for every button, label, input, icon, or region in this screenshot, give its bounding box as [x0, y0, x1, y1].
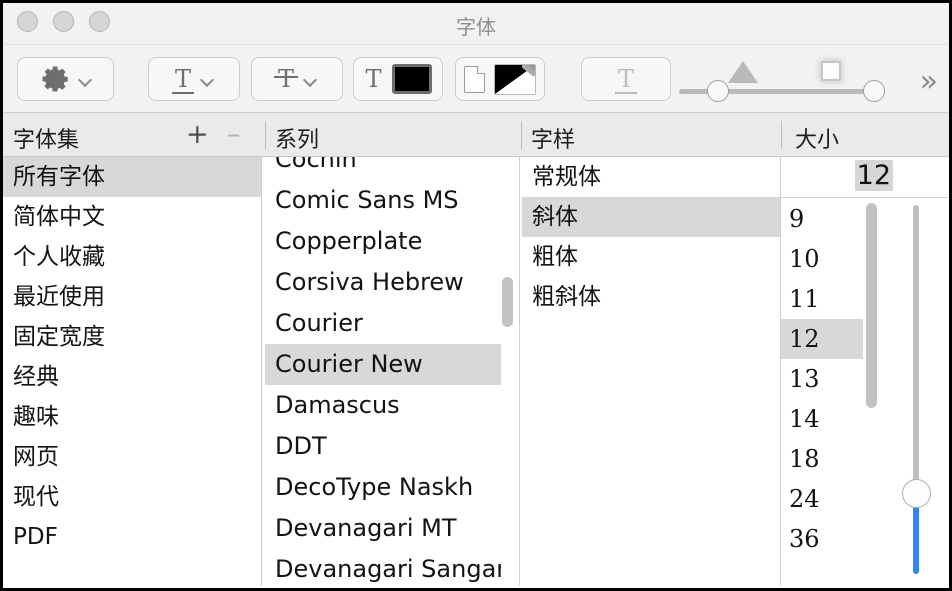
list-item[interactable]: 所有字体	[3, 157, 261, 197]
list-item[interactable]: 常规体	[522, 157, 780, 197]
scrollbar-thumb[interactable]	[502, 277, 513, 327]
collections-column-header: 字体集	[13, 128, 80, 153]
size-column: 12 9 10 11 12 13 14 18 24 36	[781, 157, 949, 586]
toolbar: T T T T »	[3, 45, 949, 113]
list-item[interactable]: 14	[781, 399, 863, 439]
list-item[interactable]: 36	[781, 519, 863, 559]
text-color-swatch-icon	[391, 64, 432, 94]
list-item[interactable]: 经典	[3, 357, 261, 397]
list-item[interactable]: 24	[781, 479, 863, 519]
columns-body: 所有字体 简体中文 个人收藏 最近使用 固定宽度 经典 趣味 网页 现代 PDF…	[3, 157, 949, 586]
shadow-blur-slider[interactable]	[783, 59, 903, 103]
column-header-row: 字体集 + – 系列 字样 大小	[3, 113, 949, 157]
square-icon	[821, 61, 841, 81]
text-shadow-button[interactable]: T	[581, 57, 671, 101]
collections-list[interactable]: 所有字体 简体中文 个人收藏 最近使用 固定宽度 经典 趣味 网页 现代 PDF	[3, 157, 261, 586]
list-item[interactable]: Devanagari Sangam	[265, 549, 501, 586]
column-divider	[261, 157, 262, 586]
list-item[interactable]: Devanagari MT	[265, 508, 501, 549]
chevron-down-icon	[79, 75, 92, 83]
header-divider	[265, 121, 266, 149]
size-slider[interactable]	[899, 205, 933, 574]
typeface-list[interactable]: 常规体 斜体 粗体 粗斜体	[522, 157, 780, 586]
scrollbar-thumb[interactable]	[866, 203, 877, 408]
size-list-scrollbar[interactable]	[865, 159, 878, 584]
list-item[interactable]: Courier New	[265, 344, 501, 385]
header-divider	[521, 121, 522, 149]
list-item[interactable]: 粗斜体	[522, 277, 780, 317]
slider-knob[interactable]	[863, 80, 885, 102]
list-item[interactable]: 最近使用	[3, 277, 261, 317]
family-list[interactable]: Cochin Comic Sans MS Copperplate Corsiva…	[265, 157, 501, 586]
strikethrough-icon: T	[273, 65, 299, 93]
add-collection-button[interactable]: +	[186, 121, 209, 148]
slider-knob[interactable]	[902, 479, 931, 508]
list-item[interactable]: 网页	[3, 437, 261, 477]
list-item[interactable]: 9	[781, 199, 863, 239]
remove-collection-button[interactable]: –	[227, 121, 241, 148]
underline-icon: T	[171, 65, 195, 94]
list-item[interactable]: 简体中文	[3, 197, 261, 237]
list-item[interactable]: 18	[781, 439, 863, 479]
window-title: 字体	[456, 15, 496, 39]
list-item[interactable]: 10	[781, 239, 863, 279]
list-item[interactable]: Cochin	[265, 157, 501, 180]
slider-track	[679, 89, 799, 94]
list-item[interactable]: DDT	[265, 426, 501, 467]
list-item[interactable]: 固定宽度	[3, 317, 261, 357]
document-color-button[interactable]	[455, 57, 545, 101]
family-column-header: 系列	[275, 128, 320, 153]
list-item[interactable]: 12	[781, 319, 863, 359]
list-item[interactable]: Comic Sans MS	[265, 180, 501, 221]
document-icon	[464, 65, 485, 93]
size-column-header: 大小	[795, 128, 840, 153]
list-item[interactable]: Damascus	[265, 385, 501, 426]
chevron-down-icon	[304, 75, 317, 83]
text-color-letter-icon: T	[365, 65, 382, 93]
gear-icon	[42, 66, 68, 92]
triangle-icon	[728, 61, 758, 83]
list-item[interactable]: 11	[781, 279, 863, 319]
column-divider	[519, 157, 520, 586]
typeface-column-header: 字样	[531, 128, 576, 153]
strikethrough-menu-button[interactable]: T	[251, 57, 343, 101]
slider-knob[interactable]	[707, 80, 729, 102]
toolbar-overflow-button[interactable]: »	[920, 67, 938, 97]
document-color-swatch-icon	[494, 63, 536, 95]
font-panel-window: 字体 T T T T » 字体集 + – 系列 字样 大小 所有字体 简体中文 …	[0, 0, 952, 591]
title-bar: 字体	[3, 3, 949, 45]
size-list[interactable]: 9 10 11 12 13 14 18 24 36	[781, 199, 863, 586]
list-item[interactable]: Corsiva Hebrew	[265, 262, 501, 303]
list-item[interactable]: 现代	[3, 477, 261, 517]
list-item[interactable]: PDF	[3, 517, 261, 557]
list-item[interactable]: 13	[781, 359, 863, 399]
list-item[interactable]: 个人收藏	[3, 237, 261, 277]
list-item[interactable]: 斜体	[522, 197, 780, 237]
list-item[interactable]: Courier	[265, 303, 501, 344]
header-divider	[781, 121, 782, 149]
underline-menu-button[interactable]: T	[148, 57, 240, 101]
family-scrollbar[interactable]	[501, 159, 514, 584]
list-item[interactable]: 趣味	[3, 397, 261, 437]
list-item[interactable]: Copperplate	[265, 221, 501, 262]
chevron-down-icon	[201, 75, 214, 83]
list-item[interactable]: 粗体	[522, 237, 780, 277]
shadow-letter-icon: T	[614, 65, 638, 94]
text-color-button[interactable]: T	[353, 57, 443, 101]
list-item[interactable]: DecoType Naskh	[265, 467, 501, 508]
gear-menu-button[interactable]	[17, 57, 114, 101]
